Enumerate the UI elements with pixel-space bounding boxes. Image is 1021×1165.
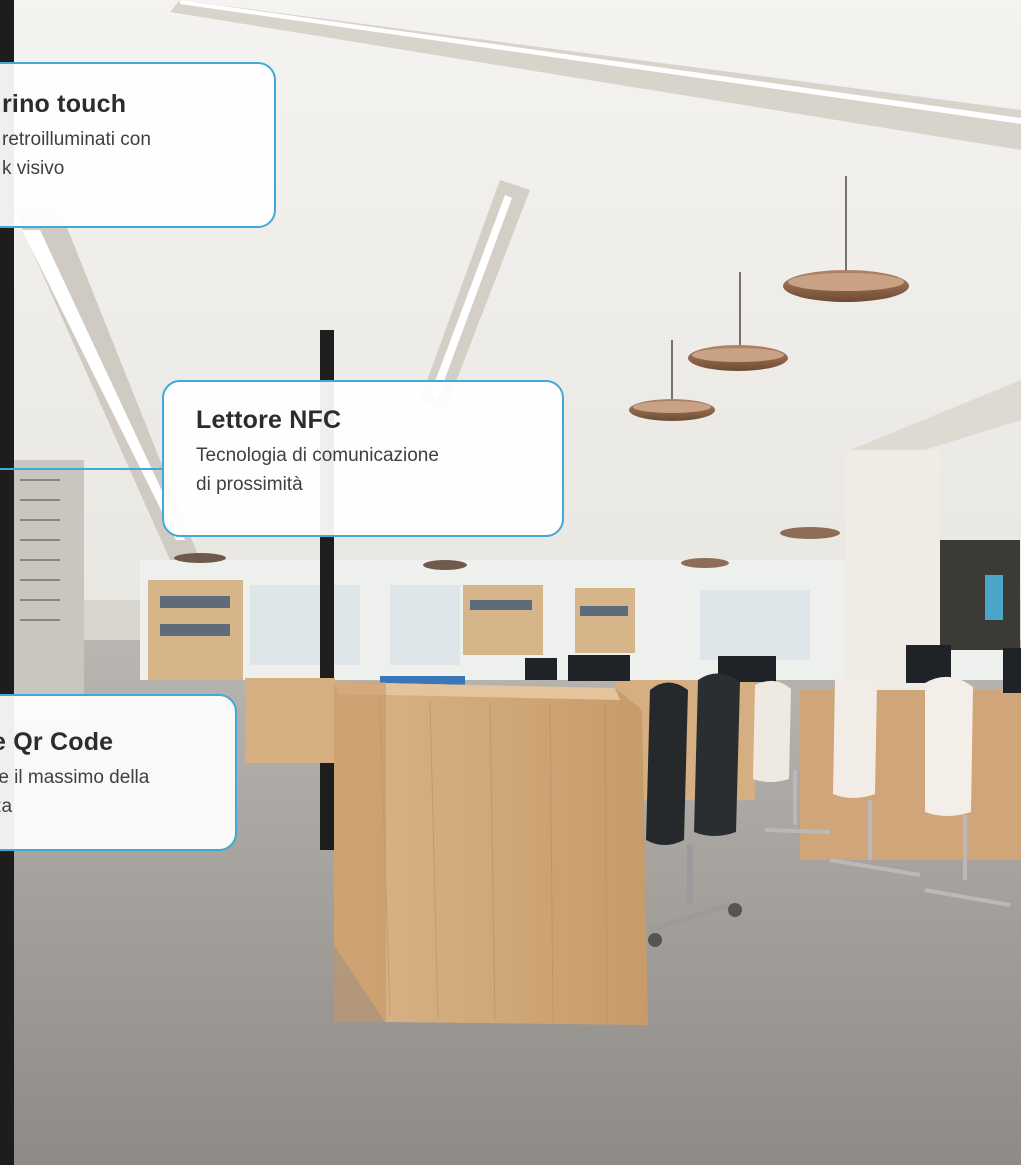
callout-title: e Qr Code <box>0 728 114 756</box>
callout-nfc-reader: Lettore NFC Tecnologia di comunicazione … <box>162 380 564 537</box>
callout-description: re il massimo della za <box>0 763 235 821</box>
callout-title: Lettore NFC <box>196 406 342 434</box>
callout-description: Tecnologia di comunicazione di prossimit… <box>196 441 562 499</box>
callout-touch-keyboard: rino touch retroilluminati con k visivo <box>0 62 276 228</box>
callout-text: retroilluminati con k visivo <box>2 129 151 179</box>
callout-text: Tecnologia di comunicazione di prossimit… <box>196 445 439 495</box>
callout-connector-line <box>0 468 162 470</box>
callout-qr-code: e Qr Code re il massimo della za <box>0 694 237 851</box>
callout-title: rino touch <box>2 90 127 118</box>
callout-text: re il massimo della za <box>0 767 150 817</box>
callout-description: retroilluminati con k visivo <box>2 125 274 183</box>
